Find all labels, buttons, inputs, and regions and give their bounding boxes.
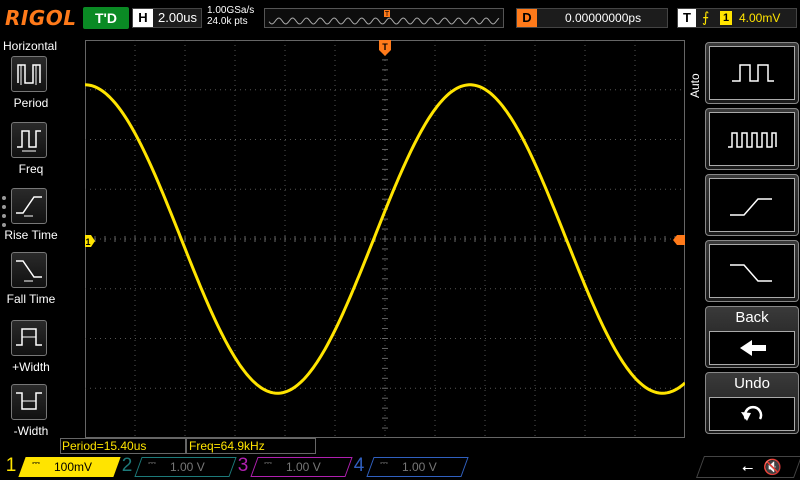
channel-status-bar: 1 ⎓ 100mV 2 ⎓ 1.00 V 3 ⎓ 1.00 V 4 ⎓ 1.00… — [0, 454, 800, 480]
multi-period-pulse-icon — [709, 112, 795, 166]
horizontal-measure-menu: Horizontal Period Freq Rise Time Fall Ti… — [0, 36, 60, 454]
multi-period-button[interactable] — [705, 108, 799, 170]
undo-icon — [709, 397, 795, 431]
period-icon — [11, 56, 47, 92]
channel-4-status[interactable]: 4 ⎓ 1.00 V — [350, 455, 469, 478]
back-button[interactable]: Back — [705, 306, 799, 368]
falling-edge-button[interactable] — [705, 240, 799, 302]
dc-coupling-icon: ⎓ — [264, 458, 272, 469]
negative-width-icon — [11, 384, 47, 420]
memory-position-bar[interactable]: T — [264, 8, 504, 28]
usb-icon: ⭠ — [742, 459, 754, 475]
mode-label: Auto — [688, 73, 702, 99]
back-label: Back — [735, 309, 769, 326]
frequency-icon — [11, 122, 47, 158]
negative-width-label: -Width — [13, 424, 49, 438]
rising-edge-button[interactable] — [705, 174, 799, 236]
channel-1-status[interactable]: 1 ⎓ 100mV — [2, 455, 121, 478]
horizontal-tag: H — [133, 9, 153, 27]
measure-positive-width-item[interactable]: +Width — [0, 320, 60, 384]
back-arrow-icon — [709, 331, 795, 365]
undo-button[interactable]: Undo — [705, 372, 799, 434]
menu-page-dots — [2, 196, 6, 232]
run-status-badge[interactable]: T'D — [83, 7, 129, 29]
channel-4-number: 4 — [353, 455, 365, 476]
softkey-menu: Auto Back Undo — [688, 36, 800, 454]
dc-coupling-icon: ⎓ — [148, 458, 156, 469]
channel-4-scale: 1.00 V — [402, 460, 437, 474]
dc-coupling-icon: ⎓ — [380, 458, 388, 469]
period-measurement[interactable]: Period=15.40us — [60, 438, 186, 454]
top-status-bar: RIGOL T'D H 2.00us 1.00GSa/s 24.0k pts T… — [0, 0, 800, 36]
channel-2-status[interactable]: 2 ⎓ 1.00 V — [118, 455, 237, 478]
trigger-position-label: T — [385, 11, 390, 18]
positive-width-label: +Width — [12, 360, 50, 374]
measure-fall-time-item[interactable]: Fall Time — [0, 252, 60, 316]
trigger-display[interactable]: T ⨍ 1 4.00mV — [677, 8, 797, 28]
timebase-value: 2.00us — [158, 10, 198, 25]
fall-time-label: Fall Time — [6, 292, 56, 306]
channel-1-scale: 100mV — [54, 460, 93, 474]
freq-label: Freq — [18, 162, 44, 176]
waveform-display[interactable]: T1 — [85, 40, 685, 438]
measure-period-item[interactable]: Period — [0, 56, 60, 120]
channel-2-scale: 1.00 V — [170, 460, 205, 474]
channel-1-offset-label: 1 — [85, 237, 90, 247]
trigger-source: 1 — [720, 11, 732, 25]
measure-rise-time-item[interactable]: Rise Time — [0, 188, 60, 252]
graticule: T1 — [85, 40, 685, 438]
period-label: Period — [13, 96, 49, 110]
freq-measurement[interactable]: Freq=64.9kHz — [186, 438, 316, 454]
channel-1-number: 1 — [5, 455, 17, 476]
trigger-tag: T — [678, 9, 696, 27]
rise-time-label: Rise Time — [4, 228, 58, 242]
rising-edge-icon: ⨍ — [702, 9, 710, 25]
trigger-level: 4.00mV — [739, 11, 781, 25]
positive-width-icon — [11, 320, 47, 356]
measure-freq-item[interactable]: Freq — [0, 122, 60, 186]
rising-edge-icon — [709, 178, 795, 232]
acquisition-info: 1.00GSa/s 24.0k pts — [207, 5, 254, 27]
memory-depth: 24.0k pts — [207, 16, 248, 27]
menu-title: Horizontal — [2, 39, 58, 53]
channel-2-number: 2 — [121, 455, 133, 476]
timebase-display[interactable]: H 2.00us — [132, 8, 202, 28]
sample-rate: 1.00GSa/s — [207, 5, 255, 16]
single-period-pulse-icon — [709, 46, 795, 100]
delay-display[interactable]: D 0.00000000ps — [516, 8, 668, 28]
brand-logo: RIGOL — [5, 6, 77, 30]
channel-3-status[interactable]: 3 ⎓ 1.00 V — [234, 455, 353, 478]
mute-icon[interactable]: 🔇 — [763, 458, 782, 476]
delay-value: 0.00000000ps — [565, 11, 642, 25]
channel-3-number: 3 — [237, 455, 249, 476]
fall-time-icon — [11, 252, 47, 288]
dc-coupling-icon: ⎓ — [32, 458, 40, 469]
channel-3-scale: 1.00 V — [286, 460, 321, 474]
undo-label: Undo — [734, 375, 770, 392]
trigger-time-marker-label: T — [382, 42, 388, 52]
single-period-button[interactable] — [705, 42, 799, 104]
delay-tag: D — [517, 9, 537, 27]
falling-edge-icon — [709, 244, 795, 298]
rise-time-icon — [11, 188, 47, 224]
measure-negative-width-item[interactable]: -Width — [0, 384, 60, 448]
memory-overview-wave: T — [268, 10, 500, 25]
